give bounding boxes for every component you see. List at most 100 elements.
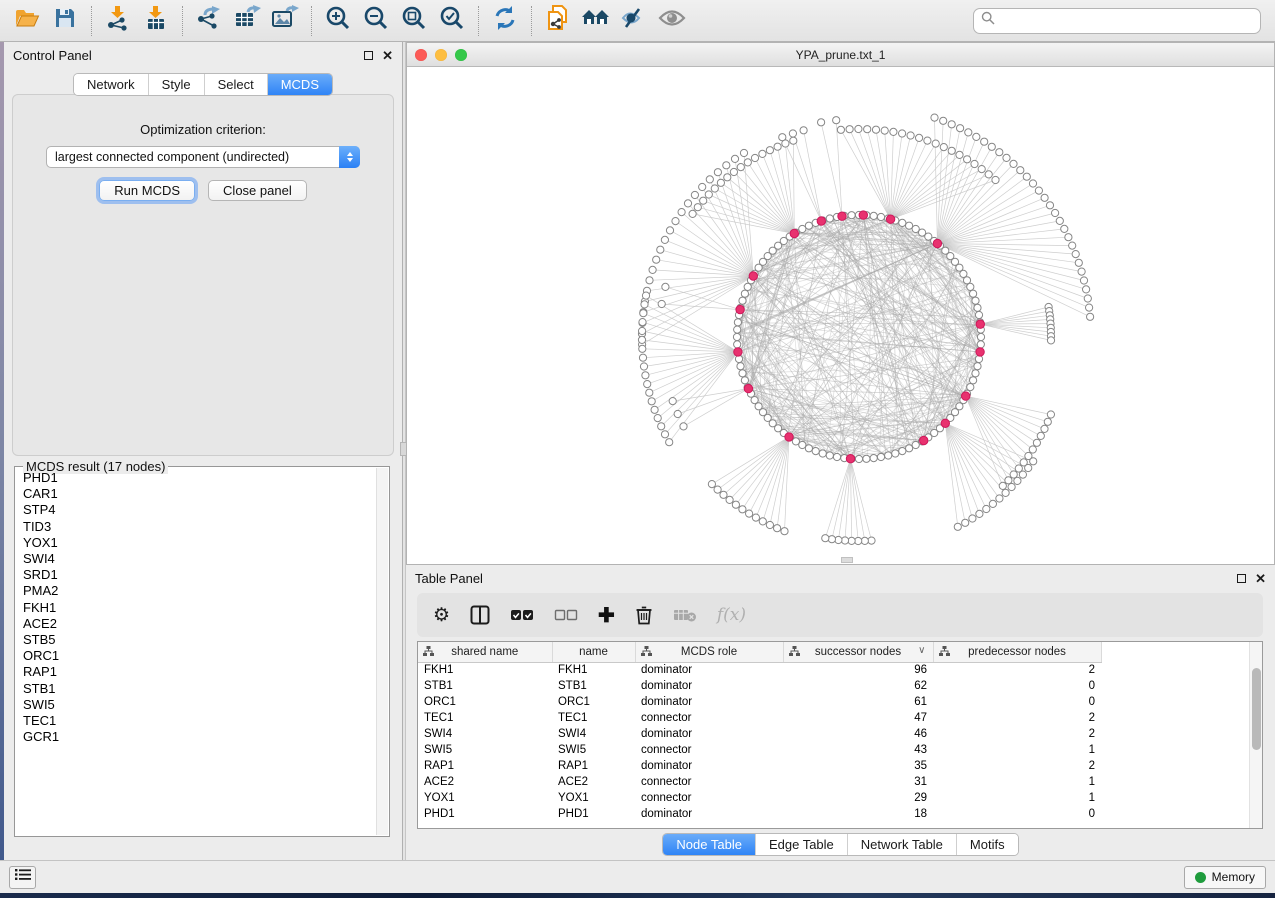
cell-shared-name[interactable]: FKH1: [418, 662, 552, 678]
cell-successors[interactable]: 46: [783, 726, 933, 742]
column-header-mcds-role[interactable]: MCDS role: [635, 642, 783, 662]
cell-predecessors[interactable]: 2: [933, 710, 1101, 726]
mcds-result-item[interactable]: TEC1: [23, 713, 375, 729]
cell-shared-name[interactable]: ACE2: [418, 774, 552, 790]
column-header-predecessor-nodes[interactable]: predecessor nodes: [933, 642, 1101, 662]
cell-predecessors[interactable]: 1: [933, 742, 1101, 758]
zoom-in-button[interactable]: [319, 4, 357, 38]
cell-role[interactable]: dominator: [635, 758, 783, 774]
float-window-icon[interactable]: [1237, 574, 1246, 583]
open-file-button[interactable]: [8, 4, 46, 38]
cell-role[interactable]: dominator: [635, 726, 783, 742]
mcds-result-item[interactable]: SWI5: [23, 697, 375, 713]
cell-successors[interactable]: 47: [783, 710, 933, 726]
cell-name[interactable]: ACE2: [552, 774, 635, 790]
mcds-result-item[interactable]: STP4: [23, 502, 375, 518]
tab-select[interactable]: Select: [205, 74, 268, 95]
home-layout-button[interactable]: [577, 4, 615, 38]
task-history-button[interactable]: [9, 866, 36, 889]
mcds-result-item[interactable]: STB1: [23, 681, 375, 697]
cell-successors[interactable]: 62: [783, 678, 933, 694]
cell-successors[interactable]: 43: [783, 742, 933, 758]
run-mcds-button[interactable]: Run MCDS: [99, 180, 195, 201]
export-table-button[interactable]: [228, 4, 266, 38]
hide-details-button[interactable]: [615, 4, 653, 38]
export-image-button[interactable]: [266, 4, 304, 38]
mcds-result-item[interactable]: RAP1: [23, 664, 375, 680]
cell-name[interactable]: STB1: [552, 678, 635, 694]
cell-predecessors[interactable]: 1: [933, 774, 1101, 790]
tab-node-table[interactable]: Node Table: [663, 834, 756, 855]
cell-filler[interactable]: [1101, 774, 1250, 790]
table-row[interactable]: YOX1YOX1connector291: [418, 790, 1250, 806]
cell-predecessors[interactable]: 2: [933, 662, 1101, 678]
column-header-name[interactable]: name: [552, 642, 635, 662]
save-session-button[interactable]: [46, 4, 84, 38]
cell-shared-name[interactable]: YOX1: [418, 790, 552, 806]
mcds-result-item[interactable]: SRD1: [23, 567, 375, 583]
cell-name[interactable]: YOX1: [552, 790, 635, 806]
cell-shared-name[interactable]: PHD1: [418, 806, 552, 822]
column-header-shared-name[interactable]: shared name: [418, 642, 552, 662]
cell-filler[interactable]: [1101, 726, 1250, 742]
network-canvas[interactable]: [407, 67, 1274, 564]
select-all-icon[interactable]: [510, 600, 534, 630]
close-panel-button[interactable]: Close panel: [208, 180, 307, 201]
clone-network-button[interactable]: [539, 4, 577, 38]
search-box[interactable]: [973, 8, 1261, 34]
cell-filler[interactable]: [1101, 742, 1250, 758]
mcds-result-item[interactable]: ORC1: [23, 648, 375, 664]
sort-chevron-icon[interactable]: ∨: [918, 645, 925, 656]
cell-filler[interactable]: [1101, 806, 1250, 822]
cell-filler[interactable]: [1101, 694, 1250, 710]
cell-name[interactable]: FKH1: [552, 662, 635, 678]
memory-button[interactable]: Memory: [1184, 866, 1266, 889]
delete-column-trash-icon[interactable]: [635, 600, 653, 630]
table-row[interactable]: SWI4SWI4dominator462: [418, 726, 1250, 742]
cell-filler[interactable]: [1101, 758, 1250, 774]
show-columns-icon[interactable]: [470, 600, 490, 630]
cell-predecessors[interactable]: 0: [933, 806, 1101, 822]
network-window-titlebar[interactable]: YPA_prune.txt_1: [407, 43, 1274, 67]
cell-name[interactable]: SWI5: [552, 742, 635, 758]
mcds-result-list[interactable]: PHD1CAR1STP4TID3YOX1SWI4SRD1PMA2FKH1ACE2…: [16, 470, 375, 835]
cell-shared-name[interactable]: STB1: [418, 678, 552, 694]
table-scrollbar-thumb[interactable]: [1252, 668, 1261, 750]
horizontal-splitter-handle[interactable]: [841, 557, 853, 563]
import-table-button[interactable]: [137, 4, 175, 38]
cell-filler[interactable]: [1101, 710, 1250, 726]
cell-name[interactable]: ORC1: [552, 694, 635, 710]
table-row[interactable]: TEC1TEC1connector472: [418, 710, 1250, 726]
table-scrollbar[interactable]: [1249, 642, 1262, 828]
table-row[interactable]: PHD1PHD1dominator180: [418, 806, 1250, 822]
export-network-button[interactable]: [190, 4, 228, 38]
table-options-gear-icon[interactable]: ⚙: [433, 600, 450, 630]
table-row[interactable]: ORC1ORC1dominator610: [418, 694, 1250, 710]
deselect-all-icon[interactable]: [554, 600, 578, 630]
tab-network-table[interactable]: Network Table: [848, 834, 957, 855]
mcds-result-item[interactable]: YOX1: [23, 535, 375, 551]
mcds-result-item[interactable]: PMA2: [23, 583, 375, 599]
float-window-icon[interactable]: [364, 51, 373, 60]
cell-name[interactable]: RAP1: [552, 758, 635, 774]
zoom-selected-button[interactable]: [433, 4, 471, 38]
cell-predecessors[interactable]: 2: [933, 758, 1101, 774]
cell-name[interactable]: PHD1: [552, 806, 635, 822]
close-panel-icon[interactable]: ✕: [1255, 574, 1266, 583]
refresh-button[interactable]: [486, 4, 524, 38]
tab-motifs[interactable]: Motifs: [957, 834, 1018, 855]
mcds-result-item[interactable]: TID3: [23, 519, 375, 535]
add-column-icon[interactable]: ✚: [598, 600, 615, 630]
cell-successors[interactable]: 29: [783, 790, 933, 806]
cell-name[interactable]: SWI4: [552, 726, 635, 742]
table-row[interactable]: ACE2ACE2connector311: [418, 774, 1250, 790]
cell-role[interactable]: connector: [635, 790, 783, 806]
cell-shared-name[interactable]: TEC1: [418, 710, 552, 726]
cell-successors[interactable]: 61: [783, 694, 933, 710]
table-row[interactable]: SWI5SWI5connector431: [418, 742, 1250, 758]
cell-role[interactable]: dominator: [635, 678, 783, 694]
mcds-result-item[interactable]: PHD1: [23, 470, 375, 486]
tab-edge-table[interactable]: Edge Table: [756, 834, 848, 855]
cell-filler[interactable]: [1101, 678, 1250, 694]
cell-shared-name[interactable]: RAP1: [418, 758, 552, 774]
